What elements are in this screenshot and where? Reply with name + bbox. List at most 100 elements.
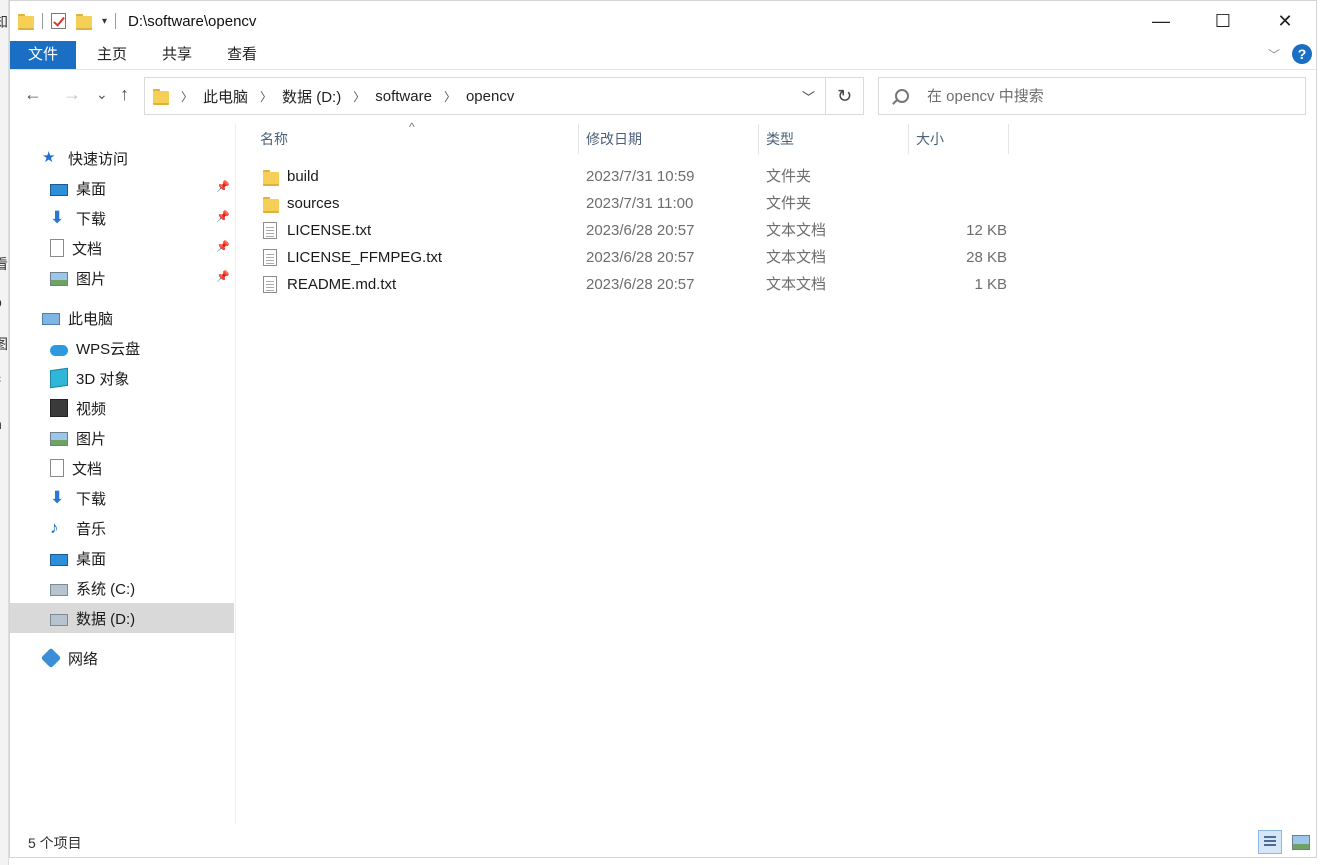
address-bar[interactable]: 〉 此电脑 〉 数据 (D:) 〉 software 〉 opencv ﹀: [144, 77, 826, 115]
details-view-icon[interactable]: [1258, 830, 1282, 854]
background-text: c: [0, 370, 1, 386]
column-header-date[interactable]: 修改日期: [563, 124, 743, 154]
column-header-type[interactable]: 类型: [743, 124, 893, 154]
file-type: 文本文档: [766, 276, 827, 293]
file-name: LICENSE.txt: [287, 222, 372, 239]
column-divider[interactable]: [1008, 124, 1009, 154]
chevron-right-icon[interactable]: 〉: [444, 88, 456, 105]
pin-icon[interactable]: 📌: [216, 210, 230, 223]
chevron-right-icon[interactable]: 〉: [260, 88, 272, 105]
file-row-readme[interactable]: README.md.txt 2023/6/28 20:57 文本文档 1 KB: [237, 271, 1017, 298]
search-box[interactable]: [878, 77, 1306, 115]
forward-arrow-icon[interactable]: →: [63, 84, 81, 105]
minimize-button[interactable]: —: [1130, 1, 1192, 41]
computer-icon: [42, 313, 60, 325]
up-arrow-icon[interactable]: ↑: [120, 84, 129, 105]
file-date: 2023/6/28 20:57: [586, 222, 695, 239]
sidebar-item-drive-c[interactable]: 系统 (C:): [50, 573, 135, 603]
sidebar-item-downloads[interactable]: ⬇ 下载: [50, 203, 106, 233]
file-type: 文本文档: [766, 222, 827, 239]
sidebar-item-wps-cloud[interactable]: WPS云盘: [50, 333, 140, 363]
film-icon: [50, 399, 68, 417]
sidebar-item-downloads[interactable]: ⬇ 下载: [50, 483, 106, 513]
window-controls: — ☐ ✕: [1130, 1, 1316, 41]
sidebar-item-this-pc[interactable]: 此电脑: [42, 303, 113, 333]
sidebar-item-documents[interactable]: 文档: [50, 453, 102, 483]
close-button[interactable]: ✕: [1254, 1, 1316, 41]
breadcrumb-opencv[interactable]: opencv: [466, 88, 514, 105]
sidebar-item-documents[interactable]: 文档: [50, 233, 102, 263]
search-input[interactable]: [927, 87, 1287, 105]
tab-file[interactable]: 文件: [10, 41, 76, 69]
document-icon: [50, 459, 64, 477]
sidebar-item-3d-objects[interactable]: 3D 对象: [50, 363, 129, 393]
sidebar-item-label: 快速访问: [68, 150, 129, 168]
file-type: 文件夹: [766, 168, 812, 185]
navigation-pane: ★ 快速访问 桌面 📌 ⬇ 下载 📌 文档 📌 图片 📌 此电脑 WPS云盘 3…: [10, 124, 236, 824]
chevron-right-icon[interactable]: 〉: [181, 88, 193, 105]
sidebar-item-desktop[interactable]: 桌面: [50, 543, 106, 573]
file-date: 2023/7/31 10:59: [586, 168, 695, 185]
background-text: 知: [0, 12, 8, 32]
sidebar-item-quick-access[interactable]: ★ 快速访问: [42, 143, 128, 173]
pin-icon[interactable]: 📌: [216, 270, 230, 283]
new-folder-icon[interactable]: [76, 14, 92, 30]
folder-icon: [263, 197, 279, 213]
pin-icon[interactable]: 📌: [216, 240, 230, 253]
sidebar-item-pictures[interactable]: 图片: [50, 423, 106, 453]
sidebar-item-videos[interactable]: 视频: [50, 393, 106, 423]
expand-ribbon-chevron-icon[interactable]: ﹀: [1268, 46, 1280, 63]
sidebar-item-pictures[interactable]: 图片: [50, 263, 106, 293]
tab-share[interactable]: 共享: [148, 41, 206, 69]
file-row-sources[interactable]: sources 2023/7/31 11:00 文件夹: [237, 190, 1017, 217]
properties-icon[interactable]: [51, 13, 66, 29]
file-size: 28 KB: [966, 249, 1007, 266]
tab-home[interactable]: 主页: [83, 41, 141, 69]
breadcrumb-drive-d[interactable]: 数据 (D:): [282, 86, 341, 107]
desktop-icon: [50, 553, 68, 566]
sidebar-item-music[interactable]: ♪ 音乐: [50, 513, 106, 543]
folder-icon: [153, 89, 169, 105]
file-row-license-ffmpeg[interactable]: LICENSE_FFMPEG.txt 2023/6/28 20:57 文本文档 …: [237, 244, 1017, 271]
picture-icon: [50, 432, 68, 446]
file-type: 文件夹: [766, 195, 812, 212]
customize-toolbar-dropdown[interactable]: ▾: [102, 16, 107, 27]
column-header-name[interactable]: 名称: [237, 124, 579, 154]
tab-view[interactable]: 查看: [213, 41, 271, 69]
desktop-icon: [50, 183, 68, 196]
chevron-right-icon[interactable]: 〉: [353, 88, 365, 105]
address-history-chevron-icon[interactable]: ﹀: [802, 87, 815, 106]
pin-icon[interactable]: 📌: [216, 180, 230, 193]
refresh-button[interactable]: ↻: [826, 77, 864, 115]
background-text: n: [0, 416, 2, 432]
breadcrumb-this-pc[interactable]: 此电脑: [203, 86, 248, 107]
navigation-bar: ← → ⌄ ↑ 〉 此电脑 〉 数据 (D:) 〉 software 〉 ope…: [10, 70, 1316, 124]
background-window-edge: 知 看 o 图 c n: [0, 0, 9, 865]
text-file-icon: [263, 222, 277, 239]
help-icon[interactable]: ?: [1292, 44, 1312, 64]
sidebar-item-network[interactable]: 网络: [40, 643, 98, 673]
sidebar-item-label: WPS云盘: [76, 340, 141, 358]
file-row-build[interactable]: build 2023/7/31 10:59 文件夹: [237, 163, 1017, 190]
file-date: 2023/6/28 20:57: [586, 249, 695, 266]
drive-icon: [50, 584, 68, 596]
title-bar: ▾ D:\software\opencv — ☐ ✕: [10, 1, 1316, 41]
sidebar-item-label: 3D 对象: [76, 370, 130, 388]
sidebar-item-label: 系统 (C:): [76, 580, 136, 598]
recent-locations-chevron-icon[interactable]: ⌄: [96, 86, 108, 103]
sidebar-item-label: 图片: [76, 430, 107, 448]
text-file-icon: [263, 249, 277, 266]
sidebar-item-desktop[interactable]: 桌面: [50, 173, 106, 203]
window-title: D:\software\opencv: [128, 12, 257, 30]
back-arrow-icon[interactable]: ←: [24, 84, 42, 105]
file-row-license[interactable]: LICENSE.txt 2023/6/28 20:57 文本文档 12 KB: [237, 217, 1017, 244]
cloud-icon: [50, 344, 68, 356]
column-header-size[interactable]: 大小: [893, 124, 993, 154]
sidebar-item-label: 音乐: [76, 520, 107, 538]
download-arrow-icon: ⬇: [50, 208, 65, 227]
text-file-icon: [263, 276, 277, 293]
sidebar-item-drive-d[interactable]: 数据 (D:): [50, 603, 135, 633]
large-icons-view-icon[interactable]: [1288, 830, 1312, 854]
maximize-button[interactable]: ☐: [1192, 1, 1254, 41]
breadcrumb-software[interactable]: software: [375, 88, 432, 105]
